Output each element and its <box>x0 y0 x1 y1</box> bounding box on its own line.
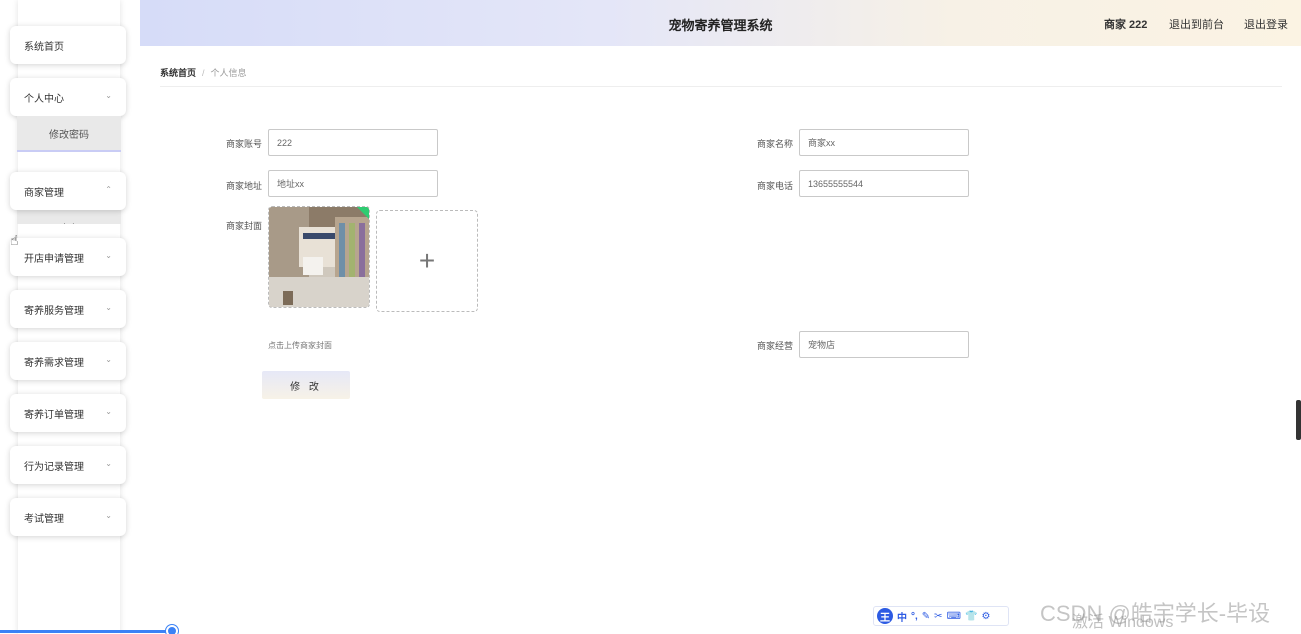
account-input[interactable] <box>268 129 438 156</box>
chevron-down-icon: ⌄ <box>105 355 112 364</box>
ime-chinese-mode-button[interactable]: 中 <box>897 609 907 624</box>
back-to-frontend-link[interactable]: 退出到前台 <box>1169 16 1224 32</box>
sidebar-item-boarding-demand[interactable]: 寄养需求管理 ⌄ <box>10 342 126 380</box>
sidebar-item-label: 寄养订单管理 <box>24 409 84 421</box>
breadcrumb-current: 个人信息 <box>210 68 247 78</box>
sidebar-item-behavior-record[interactable]: 行为记录管理 ⌄ <box>10 446 126 484</box>
sidebar-item-shop-application[interactable]: 开店申请管理 ⌄ <box>10 238 126 276</box>
name-label: 商家名称 <box>756 139 793 149</box>
chevron-down-icon: ⌄ <box>105 459 112 468</box>
sidebar-item-label: 开店申请管理 <box>24 253 84 265</box>
submenu-item-label: 修改密码 <box>49 129 89 141</box>
business-label: 商家经营 <box>756 341 793 351</box>
top-header: 宠物寄养管理系统 商家 222 退出到前台 退出登录 <box>140 0 1301 46</box>
sidebar-item-boarding-service[interactable]: 寄养服务管理 ⌄ <box>10 290 126 328</box>
submenu-active-indicator <box>17 150 121 152</box>
chevron-down-icon: ⌄ <box>105 303 112 312</box>
plus-icon: + <box>418 245 436 276</box>
address-label: 商家地址 <box>225 181 262 191</box>
chevron-down-icon: ⌄ <box>105 91 112 100</box>
sidebar-item-label: 行为记录管理 <box>24 461 84 473</box>
breadcrumb: 系统首页 / 个人信息 <box>160 66 247 79</box>
chevron-down-icon: ⌄ <box>105 511 112 520</box>
ime-skin-icon[interactable]: 👕 <box>965 611 977 622</box>
sidebar-item-merchant-management[interactable]: 商家管理 ⌃ <box>10 172 126 210</box>
sidebar-item-label: 寄养服务管理 <box>24 305 84 317</box>
ime-keyboard-icon[interactable]: ⌨ <box>947 611 961 622</box>
chevron-up-icon: ⌃ <box>105 185 112 194</box>
current-user: 商家 222 <box>1104 19 1148 31</box>
windows-activation-watermark: 激活 Windows <box>1072 614 1174 631</box>
logout-link[interactable]: 退出登录 <box>1244 16 1288 32</box>
ime-scissors-icon[interactable]: ✂ <box>934 611 942 622</box>
ime-punctuation-icon[interactable]: °, <box>911 611 918 622</box>
account-label: 商家账号 <box>225 139 262 149</box>
breadcrumb-home[interactable]: 系统首页 <box>160 68 196 78</box>
hand-cursor-icon: ☝ <box>10 232 19 248</box>
breadcrumb-separator: / <box>202 68 205 78</box>
progress-handle[interactable] <box>166 625 178 634</box>
ime-settings-icon[interactable]: ⚙ <box>981 611 990 622</box>
submenu-item-label: 商家 <box>60 221 78 224</box>
submenu-item-change-password[interactable]: 修改密码 <box>17 116 121 150</box>
sidebar-item-label: 商家管理 <box>24 187 64 199</box>
ime-toolbar: 王 中 °, ✎ ✂ ⌨ 👕 ⚙ <box>873 606 1009 626</box>
sidebar-item-personal-center[interactable]: 个人中心 ⌄ <box>10 78 126 116</box>
chevron-down-icon: ⌄ <box>105 251 112 260</box>
store-photo-image <box>269 207 369 307</box>
sidebar-item-boarding-order[interactable]: 寄养订单管理 ⌄ <box>10 394 126 432</box>
business-input[interactable] <box>799 331 969 358</box>
breadcrumb-divider <box>160 86 1282 87</box>
cover-label: 商家封面 <box>225 221 262 231</box>
upload-hint: 点击上传商家封面 <box>268 341 332 350</box>
modify-button[interactable]: 修 改 <box>262 371 350 399</box>
sidebar-item-label: 考试管理 <box>24 513 64 525</box>
address-input[interactable] <box>268 170 438 197</box>
ime-logo-icon[interactable]: 王 <box>877 608 893 624</box>
cover-image-thumbnail[interactable] <box>268 206 370 308</box>
submenu-item-merchant[interactable]: 商家 <box>17 208 121 224</box>
sidebar-item-home[interactable]: 系统首页 <box>10 26 126 64</box>
page-progress-bar <box>0 630 172 633</box>
name-input[interactable] <box>799 129 969 156</box>
sidebar-item-label: 系统首页 <box>24 41 64 53</box>
phone-input[interactable] <box>799 170 969 197</box>
ime-handwrite-icon[interactable]: ✎ <box>922 611 930 622</box>
upload-cover-button[interactable]: + <box>376 210 478 312</box>
chevron-down-icon: ⌄ <box>105 407 112 416</box>
sidebar: 系统首页 个人中心 ⌄ 修改密码 商家 商家管理 ⌃ 开店申请管理 ⌄ 寄养服务… <box>0 0 140 634</box>
sidebar-item-exam-management[interactable]: 考试管理 ⌄ <box>10 498 126 536</box>
sidebar-item-label: 寄养需求管理 <box>24 357 84 369</box>
scrollbar-handle[interactable] <box>1296 400 1301 440</box>
phone-label: 商家电话 <box>756 181 793 191</box>
sidebar-item-label: 个人中心 <box>24 93 64 105</box>
